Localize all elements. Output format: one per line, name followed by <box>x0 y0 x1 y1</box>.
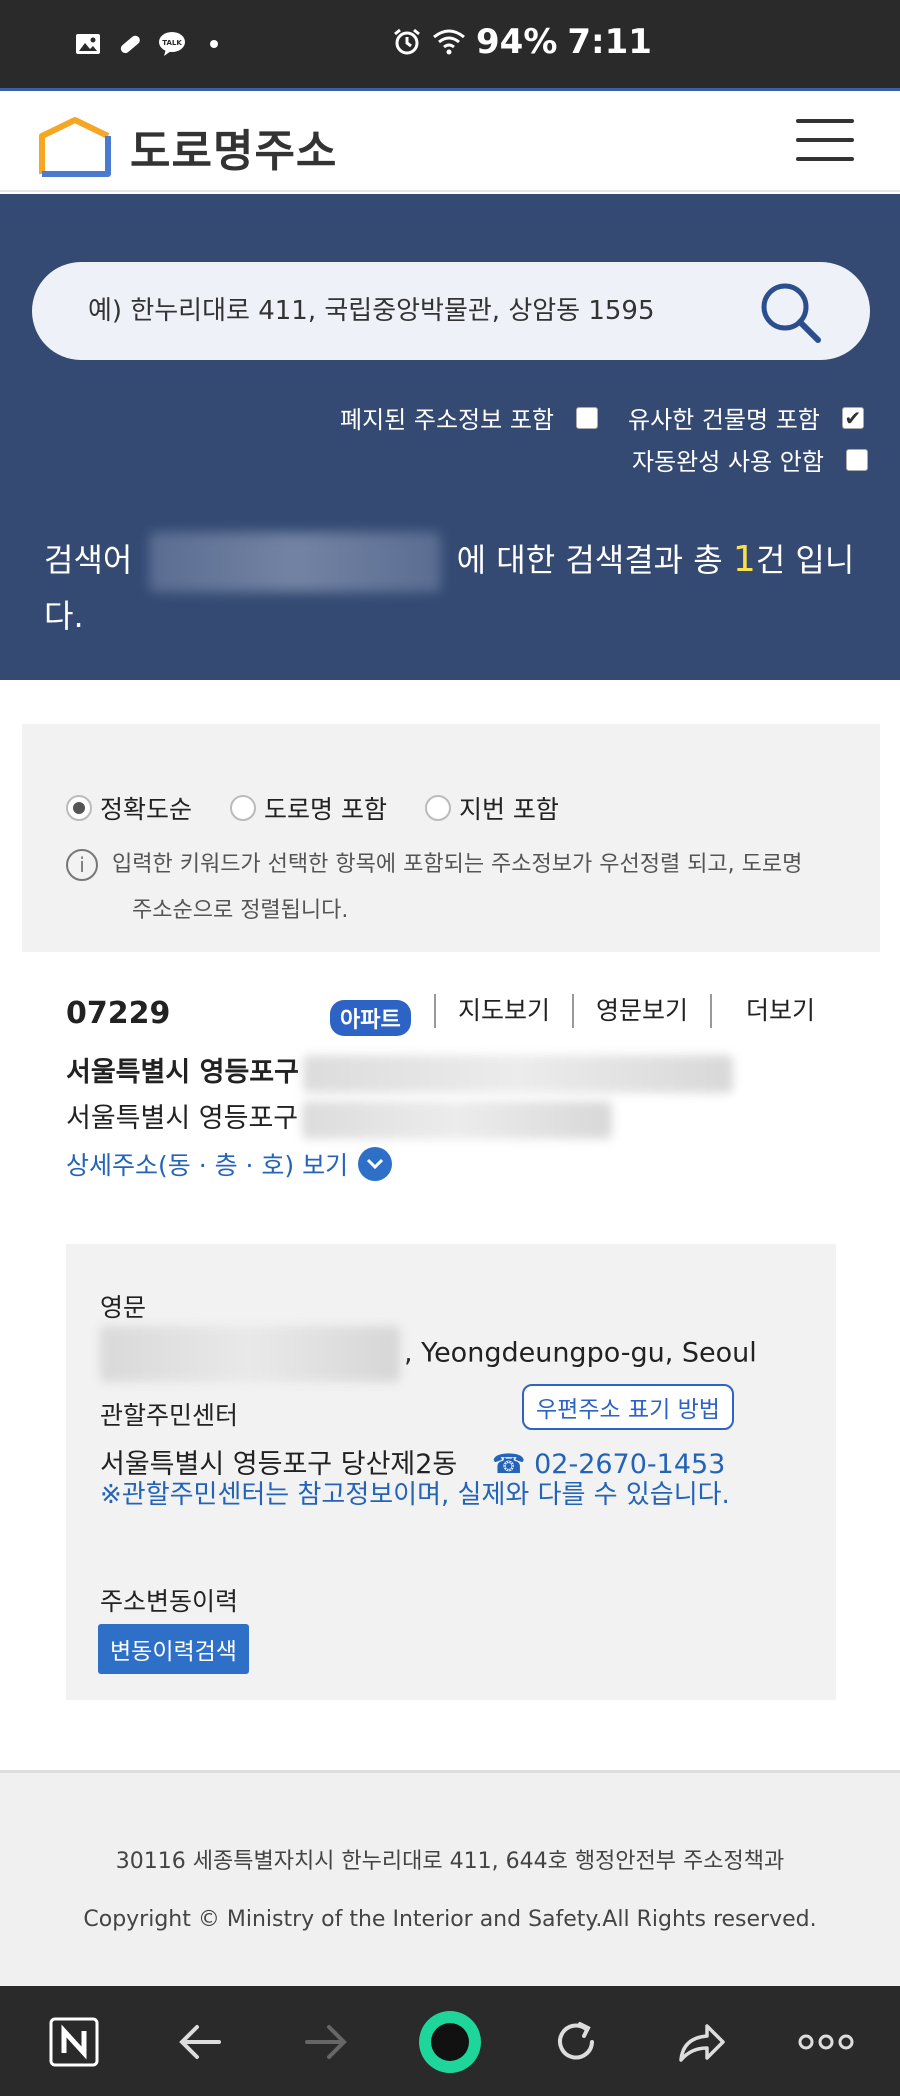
postal-format-button[interactable]: 우편주소 표기 방법 <box>522 1384 734 1430</box>
radio-unselected[interactable] <box>230 795 257 821</box>
detail-link-label: 상세주소(동 · 층 · 호) 보기 <box>66 1151 349 1180</box>
info-text-line1: 입력한 키워드가 선택한 항목에 포함되는 주소정보가 우선정렬 되고, 도로명 <box>112 852 803 877</box>
sort-jibun[interactable]: 지번 포함 <box>424 790 559 826</box>
result-mid: 에 대한 검색결과 총 <box>456 541 723 579</box>
talk-icon: TALK <box>159 32 185 56</box>
hamburger-icon <box>796 119 854 123</box>
radio-selected[interactable] <box>66 795 92 821</box>
detail-address-link[interactable]: 상세주소(동 · 층 · 호) 보기 <box>66 1146 393 1182</box>
blurred-jibun-address <box>302 1100 613 1139</box>
english-label: 영문 <box>100 1293 147 1322</box>
info-text-line2: 주소순으로 정렬됩니다. <box>132 898 349 923</box>
option-row-1: 폐지된 주소정보 포함 유사한 건물명 포함 ✔ <box>340 400 864 435</box>
more-link[interactable]: 더보기 <box>710 994 837 1028</box>
info-icon: i <box>66 849 98 881</box>
english-link[interactable]: 영문보기 <box>572 994 710 1028</box>
option-row-2: 자동완성 사용 안함 <box>632 442 868 477</box>
similar-building-checkbox[interactable]: ✔ <box>841 406 864 429</box>
apartment-badge: 아파트 <box>330 1000 411 1036</box>
search-icon[interactable] <box>758 280 824 346</box>
center-notice: ※관할주민센터는 참고정보이며, 실제와 다를 수 있습니다. <box>100 1480 730 1510</box>
blurred-road-address <box>302 1054 733 1093</box>
result-links: 지도보기 영문보기 더보기 <box>434 994 837 1028</box>
browser-navbar <box>0 1986 900 2096</box>
sort-jibun-label: 지번 포함 <box>458 795 559 824</box>
dot-icon <box>210 40 218 48</box>
back-icon[interactable] <box>172 2014 228 2070</box>
status-right: 94% 7:11 <box>392 22 652 62</box>
sort-accuracy[interactable]: 정확도순 <box>66 790 192 826</box>
result-count: 1 <box>732 539 756 580</box>
blurred-keyword <box>148 532 441 592</box>
result-prefix: 검색어 <box>44 541 133 579</box>
detail-info-box: 영문 , Yeongdeungpo-gu, Seoul 관할주민센터 우편주소 … <box>66 1244 836 1700</box>
house-logo-icon <box>39 117 111 177</box>
map-link[interactable]: 지도보기 <box>434 994 572 1028</box>
sort-road-label: 도로명 포함 <box>264 795 387 824</box>
logo[interactable]: 도로명주소 <box>38 115 337 179</box>
forward-icon[interactable] <box>298 2014 354 2070</box>
sort-options: 정확도순 도로명 포함 지번 포함 <box>66 790 559 826</box>
similar-building-label: 유사한 건물명 포함 <box>627 406 820 434</box>
footer-address: 30116 세종특별자치시 한누리대로 411, 644호 행정안전부 주소정책… <box>115 1849 785 1874</box>
more-options-icon[interactable] <box>796 2014 856 2070</box>
road-address: 서울특별시 영등포구 <box>66 1050 733 1093</box>
share-icon[interactable] <box>674 2014 730 2070</box>
radio-unselected[interactable] <box>424 795 451 821</box>
center-label: 관할주민센터 <box>100 1401 239 1430</box>
reload-icon[interactable] <box>548 2014 604 2070</box>
sort-info: i 입력한 키워드가 선택한 항목에 포함되는 주소정보가 우선정렬 되고, 도로… <box>66 842 856 934</box>
battery-level: 94% <box>476 22 558 62</box>
footer: 30116 세종특별자치시 한누리대로 411, 644호 행정안전부 주소정책… <box>0 1770 900 1986</box>
site-header: 도로명주소 <box>0 88 900 192</box>
chevron-down-icon[interactable] <box>358 1147 393 1181</box>
blurred-english-address <box>100 1326 400 1382</box>
history-label: 주소변동이력 <box>100 1587 239 1616</box>
search-section: 폐지된 주소정보 포함 유사한 건물명 포함 ✔ 자동완성 사용 안함 검색어 … <box>0 194 900 680</box>
bandage-icon <box>120 35 140 54</box>
wifi-icon <box>433 29 465 55</box>
english-address: , Yeongdeungpo-gu, Seoul <box>100 1326 757 1382</box>
abolished-checkbox[interactable] <box>575 406 598 429</box>
jibun-address: 서울특별시 영등포구 <box>66 1096 613 1139</box>
history-search-button[interactable]: 변동이력검색 <box>98 1624 249 1674</box>
home-whale-icon[interactable] <box>416 2008 484 2076</box>
no-autocomplete-label: 자동완성 사용 안함 <box>632 448 824 476</box>
hamburger-line <box>796 138 854 142</box>
result-summary: 검색어 에 대한 검색결과 총 1건 입니다. <box>44 532 874 640</box>
notification-icons: TALK <box>74 30 228 58</box>
sort-road[interactable]: 도로명 포함 <box>230 790 387 826</box>
hamburger-line <box>796 157 854 161</box>
english-address-suffix: , Yeongdeungpo-gu, Seoul <box>404 1337 757 1369</box>
search-box <box>32 262 870 360</box>
image-icon <box>76 34 100 54</box>
alarm-icon <box>394 28 420 55</box>
menu-button[interactable] <box>796 119 854 165</box>
footer-copyright: Copyright © Ministry of the Interior and… <box>83 1907 817 1932</box>
zip-code: 07229 <box>66 996 171 1031</box>
svg-text:TALK: TALK <box>162 39 182 47</box>
jibun-address-text: 서울특별시 영등포구 <box>66 1103 299 1134</box>
status-bar: TALK 94% 7:11 <box>0 0 900 88</box>
search-input[interactable] <box>88 282 708 340</box>
abolished-label: 폐지된 주소정보 포함 <box>340 406 554 434</box>
naver-icon[interactable] <box>46 2014 102 2070</box>
road-address-text: 서울특별시 영등포구 <box>66 1057 299 1088</box>
clock: 7:11 <box>567 22 652 62</box>
logo-text: 도로명주소 <box>130 126 338 177</box>
no-autocomplete-checkbox[interactable] <box>845 448 868 471</box>
sort-accuracy-label: 정확도순 <box>100 795 193 824</box>
sort-panel: 정확도순 도로명 포함 지번 포함 i 입력한 키워드가 선택한 항목에 포함되는… <box>22 724 880 952</box>
